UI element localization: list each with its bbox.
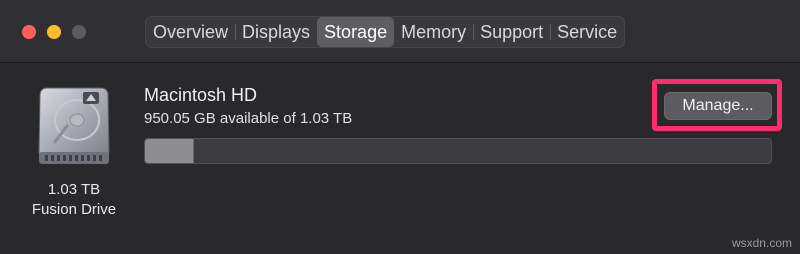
disk-caption: 1.03 TB Fusion Drive [20,180,128,220]
close-button[interactable] [22,25,36,39]
watermark: wsxdn.com [731,236,792,250]
tab-service[interactable]: Service [550,17,624,47]
disk-type: Fusion Drive [31,201,117,218]
tab-storage[interactable]: Storage [317,17,395,47]
zoom-button[interactable] [72,25,86,39]
tab-displays[interactable]: Displays [235,17,317,47]
title-bar: Overview Displays Storage Memory Support… [0,0,800,63]
tab-memory[interactable]: Memory [394,17,473,47]
hard-drive-icon [37,86,111,166]
used-storage-segment [145,139,195,163]
tab-support[interactable]: Support [473,17,550,47]
volume-availability: 950.05 GB available of 1.03 TB [144,110,353,127]
storage-usage-bar [144,138,772,164]
manage-button[interactable]: Manage... [664,92,772,120]
volume-name: Macintosh HD [144,85,258,105]
minimize-button[interactable] [47,25,61,39]
tab-bar: Overview Displays Storage Memory Support… [145,16,626,48]
about-this-mac-window: Overview Displays Storage Memory Support… [0,0,800,254]
disk-capacity: 1.03 TB [47,181,101,198]
tab-overview[interactable]: Overview [146,17,235,47]
